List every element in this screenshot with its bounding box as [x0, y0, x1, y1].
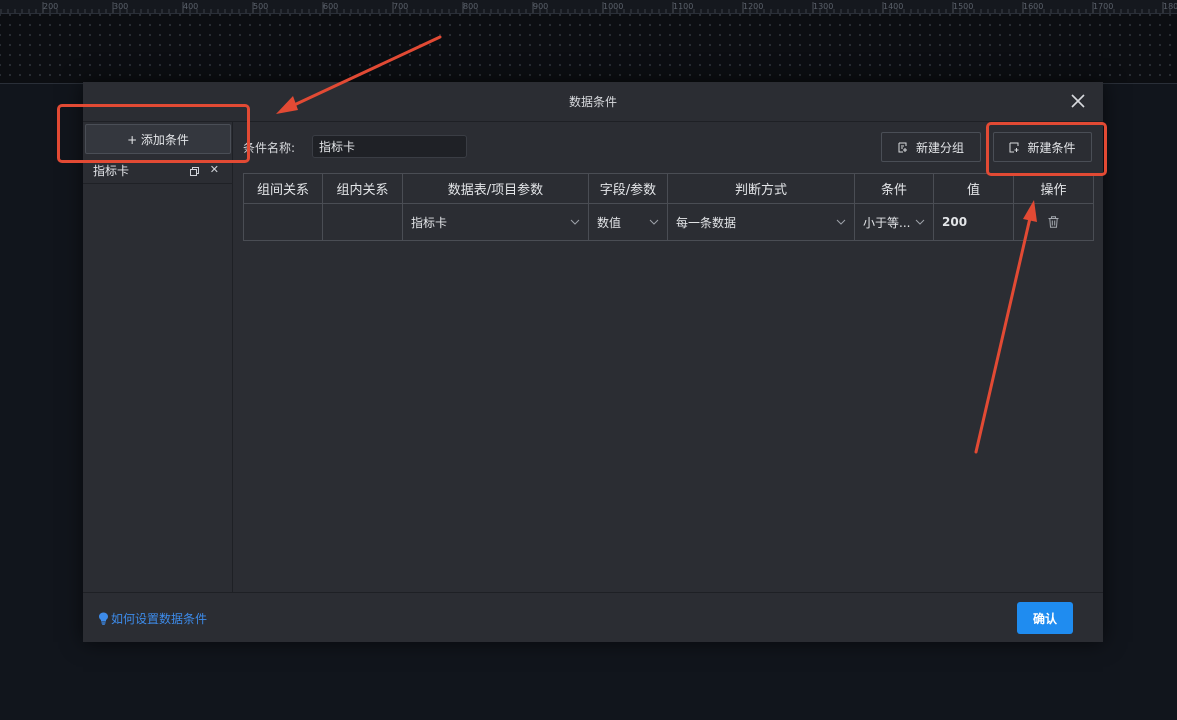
dialog-footer: 如何设置数据条件 确认: [83, 592, 1103, 642]
condition-name-input[interactable]: [312, 135, 467, 158]
inter-group-cell[interactable]: [243, 203, 323, 241]
condition-name-label: 条件名称:: [243, 141, 296, 155]
ruler-label: 1700: [1093, 2, 1114, 11]
ruler-label: 500: [253, 2, 269, 11]
ruler-label: 1000: [603, 2, 624, 11]
condition-table: 组间关系 组内关系 数据表/项目参数 字段/参数 判断方式 条件 值 操作 指标…: [243, 173, 1094, 241]
copy-icon[interactable]: [190, 167, 199, 176]
ruler-label: 1300: [813, 2, 834, 11]
judge-select[interactable]: 每一条数据: [667, 203, 855, 241]
ruler-label: 1600: [1023, 2, 1044, 11]
chevron-down-icon: [570, 219, 580, 225]
new-condition-icon: [1009, 142, 1019, 152]
chevron-down-icon: [649, 219, 659, 225]
ruler-ticks: [0, 2, 1171, 13]
value-input[interactable]: 200: [933, 203, 1014, 241]
ruler-label: 800: [463, 2, 479, 11]
field-select[interactable]: 数值: [588, 203, 668, 241]
ruler-label: 600: [323, 2, 339, 11]
ruler-label: 1800: [1163, 2, 1177, 11]
table-header-row: 组间关系 组内关系 数据表/项目参数 字段/参数 判断方式 条件 值 操作: [243, 173, 1094, 204]
table-param-select[interactable]: 指标卡: [402, 203, 589, 241]
header-judge: 判断方式: [667, 173, 855, 204]
close-icon[interactable]: [1069, 92, 1087, 110]
field-value: 数值: [597, 215, 622, 230]
condition-editor: 条件名称: 新建分组 新建条件 组间关系 组内关: [233, 122, 1103, 592]
help-link[interactable]: 如何设置数据条件: [98, 610, 207, 627]
condition-sidebar: + 添加条件 指标卡 ✕: [83, 122, 233, 592]
ruler-label: 200: [43, 2, 59, 11]
judge-value: 每一条数据: [676, 215, 737, 230]
header-condition: 条件: [854, 173, 934, 204]
add-condition-label: + 添加条件: [127, 132, 189, 147]
ruler-label: 1400: [883, 2, 904, 11]
header-value: 值: [933, 173, 1014, 204]
new-group-button[interactable]: 新建分组: [881, 132, 981, 162]
canvas-ruler-area: 200 300 400 500 600 700 800 900 1000 1100 1200 1300…: [0, 0, 1177, 84]
ruler-label: 900: [533, 2, 549, 11]
trash-icon[interactable]: [1048, 216, 1059, 228]
confirm-button[interactable]: 确认: [1017, 602, 1073, 634]
header-intra-group: 组内关系: [322, 173, 403, 204]
help-link-label: 如何设置数据条件: [111, 612, 208, 626]
confirm-label: 确认: [1032, 611, 1057, 626]
lightbulb-icon: [99, 612, 108, 625]
add-condition-button[interactable]: + 添加条件: [85, 124, 231, 154]
chevron-down-icon: [915, 219, 925, 225]
dialog-title: 数据条件: [83, 82, 1103, 122]
new-condition-label: 新建条件: [1027, 140, 1076, 155]
chevron-down-icon: [836, 219, 846, 225]
sidebar-item-label: 指标卡: [93, 164, 130, 178]
sidebar-item-condition[interactable]: 指标卡 ✕: [83, 158, 233, 184]
data-condition-dialog: 数据条件 + 添加条件 指标卡 ✕ 条件名称: 新建分组: [83, 82, 1103, 642]
ruler-label: 400: [183, 2, 199, 11]
top-ruler: 200 300 400 500 600 700 800 900 1000 1100 1200 1300…: [0, 0, 1177, 14]
new-group-label: 新建分组: [915, 140, 964, 155]
header-field: 字段/参数: [588, 173, 668, 204]
delete-icon[interactable]: ✕: [210, 164, 219, 176]
intra-group-cell[interactable]: [322, 203, 403, 241]
header-inter-group: 组间关系: [243, 173, 323, 204]
table-row: 指标卡 数值 每一条数据 小于等... 200: [243, 203, 1094, 241]
ruler-label: 1500: [953, 2, 974, 11]
ruler-label: 300: [113, 2, 129, 11]
new-group-icon: [898, 142, 907, 152]
ruler-label: 1200: [743, 2, 764, 11]
ruler-label: 700: [393, 2, 409, 11]
ruler-label: 1100: [673, 2, 694, 11]
action-cell: [1013, 203, 1094, 241]
table-param-value: 指标卡: [411, 215, 448, 230]
header-action: 操作: [1013, 173, 1094, 204]
new-condition-button[interactable]: 新建条件: [993, 132, 1092, 162]
condition-value: 小于等...: [863, 215, 911, 230]
header-table-param: 数据表/项目参数: [402, 173, 589, 204]
condition-select[interactable]: 小于等...: [854, 203, 934, 241]
